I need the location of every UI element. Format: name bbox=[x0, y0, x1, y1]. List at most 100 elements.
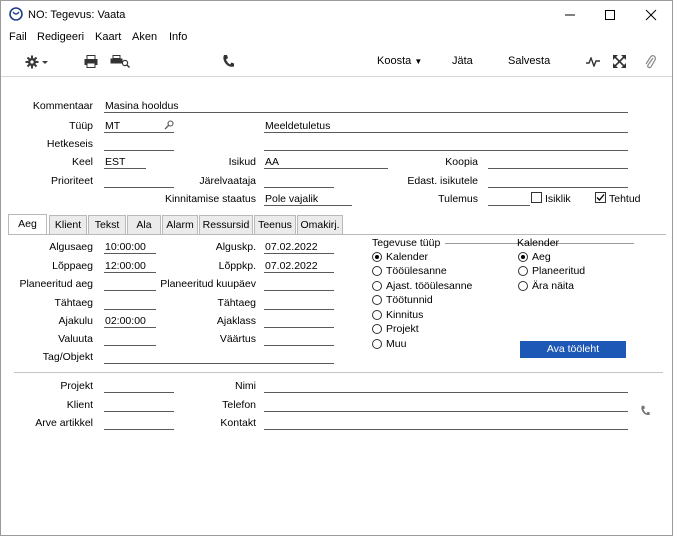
kommentaar-field[interactable]: Masina hooldus bbox=[104, 100, 628, 113]
radio-muu[interactable] bbox=[372, 339, 382, 349]
jata-button[interactable]: Jäta bbox=[452, 55, 473, 67]
radio-aeg[interactable] bbox=[518, 252, 528, 262]
kalender-title: Kalender bbox=[517, 237, 560, 249]
tab-omakirj[interactable]: Omakirj. bbox=[297, 215, 343, 234]
kinnitamise-staatus-label: Kinnitamise staatus bbox=[164, 193, 256, 205]
alguskp-field[interactable]: 07.02.2022 bbox=[264, 241, 334, 254]
ajakulu-field[interactable]: 02:00:00 bbox=[104, 315, 156, 328]
radio-ara-naita[interactable] bbox=[518, 281, 528, 291]
tab-teenus[interactable]: Teenus bbox=[254, 215, 296, 234]
radio-projekt[interactable] bbox=[372, 324, 382, 334]
expand-icon[interactable] bbox=[613, 55, 626, 71]
tahtaeg-field[interactable] bbox=[104, 297, 156, 310]
paperclip-icon[interactable] bbox=[644, 55, 656, 72]
kinnitamise-staatus-field[interactable]: Pole vajalik bbox=[264, 193, 352, 206]
loppkp-field[interactable]: 07.02.2022 bbox=[264, 260, 334, 273]
print-preview-icon[interactable] bbox=[110, 55, 130, 71]
isiklik-checkbox[interactable] bbox=[531, 192, 542, 203]
projekt-label: Projekt bbox=[60, 380, 93, 392]
isiklik-label: Isiklik bbox=[545, 193, 571, 205]
isikud-field[interactable]: AA bbox=[264, 156, 388, 169]
algusaeg-field[interactable]: 10:00:00 bbox=[104, 241, 156, 254]
planeeritud-aeg-field[interactable] bbox=[104, 278, 156, 291]
telefon-label: Telefon bbox=[222, 399, 256, 411]
menu-redigeeri[interactable]: Redigeeri bbox=[37, 31, 84, 43]
valuuta-field[interactable] bbox=[104, 333, 156, 346]
tulemus-label: Tulemus bbox=[438, 193, 478, 205]
nimi-field[interactable] bbox=[264, 380, 628, 393]
print-icon[interactable] bbox=[84, 55, 98, 71]
edast-isikutele-label: Edast. isikutele bbox=[407, 175, 478, 187]
loppaeg-label: Lõppaeg bbox=[52, 260, 93, 272]
algusaeg-label: Algusaeg bbox=[49, 241, 93, 253]
planeeritud-kuupaev-field[interactable] bbox=[264, 278, 334, 291]
radio-kalender[interactable] bbox=[372, 252, 382, 262]
isikud-label: Isikud bbox=[228, 156, 256, 168]
menu-kaart[interactable]: Kaart bbox=[95, 31, 121, 43]
tag-objekt-label: Tag/Objekt bbox=[42, 351, 93, 363]
close-button[interactable] bbox=[636, 5, 666, 25]
tehtud-label: Tehtud bbox=[609, 193, 641, 205]
valuuta-label: Valuuta bbox=[58, 333, 93, 345]
tulemus-field[interactable] bbox=[488, 193, 530, 206]
radio-ara-naita-label: Ära näita bbox=[532, 280, 575, 292]
tab-ala[interactable]: Ala bbox=[127, 215, 161, 234]
title-bar: NO: Tegevus: Vaata bbox=[1, 1, 672, 29]
call-phone-icon[interactable] bbox=[640, 405, 650, 419]
arve-artikkel-field[interactable] bbox=[104, 417, 174, 430]
phone-icon[interactable] bbox=[222, 54, 234, 71]
tahtaeg2-field[interactable] bbox=[264, 297, 334, 310]
window-title: NO: Tegevus: Vaata bbox=[28, 9, 126, 21]
activity-icon[interactable] bbox=[586, 56, 600, 70]
edast-isikutele-field[interactable] bbox=[488, 175, 628, 188]
lookup-icon[interactable] bbox=[164, 120, 174, 133]
radio-kinnitus[interactable] bbox=[372, 310, 382, 320]
loppaeg-field[interactable]: 12:00:00 bbox=[104, 260, 156, 273]
radio-tootunnid[interactable] bbox=[372, 295, 382, 305]
radio-kinnitus-label: Kinnitus bbox=[386, 309, 424, 321]
maximize-button[interactable] bbox=[595, 5, 625, 25]
radio-tooulesanne-label: Tööülesanne bbox=[386, 265, 447, 277]
tag-objekt-field[interactable] bbox=[104, 351, 334, 364]
radio-planeeritud-label: Planeeritud bbox=[532, 265, 586, 277]
menu-fail[interactable]: Fail bbox=[9, 31, 27, 43]
planeeritud-aeg-label: Planeeritud aeg bbox=[19, 278, 93, 290]
tab-klient[interactable]: Klient bbox=[49, 215, 87, 234]
minimize-button[interactable] bbox=[555, 5, 585, 25]
vaartus-field[interactable] bbox=[264, 333, 334, 346]
radio-tootunnid-label: Töötunnid bbox=[386, 294, 433, 306]
koosta-button[interactable]: Koosta ▼ bbox=[377, 55, 422, 67]
telefon-field[interactable] bbox=[264, 399, 628, 412]
menu-info[interactable]: Info bbox=[169, 31, 187, 43]
toolbar: Koosta ▼ Jäta Salvesta bbox=[1, 47, 672, 77]
radio-muu-label: Muu bbox=[386, 338, 407, 350]
ava-tooleht-button[interactable]: Ava tööleht bbox=[520, 341, 626, 358]
keel-field[interactable]: EST bbox=[104, 156, 146, 169]
koopia-field[interactable] bbox=[488, 156, 628, 169]
prioriteet-field[interactable] bbox=[104, 175, 174, 188]
kontakt-label: Kontakt bbox=[220, 417, 256, 429]
record-window: NO: Tegevus: Vaata Fail Redigeeri Kaart … bbox=[0, 0, 673, 536]
projekt-field[interactable] bbox=[104, 380, 174, 393]
hetkeseis-field[interactable] bbox=[104, 138, 174, 151]
menu-aken[interactable]: Aken bbox=[132, 31, 157, 43]
planeeritud-kuupaev-label: Planeeritud kuupäev bbox=[160, 278, 256, 290]
tab-alarm[interactable]: Alarm bbox=[162, 215, 198, 234]
koopia-label: Koopia bbox=[445, 156, 478, 168]
gear-icon[interactable] bbox=[25, 55, 49, 72]
tab-tekst[interactable]: Tekst bbox=[88, 215, 126, 234]
radio-projekt-label: Projekt bbox=[386, 323, 419, 335]
klient-field[interactable] bbox=[104, 399, 174, 412]
jarelvaataja-field[interactable] bbox=[264, 175, 334, 188]
radio-ajast-tooulesanne[interactable] bbox=[372, 281, 382, 291]
radio-planeeritud[interactable] bbox=[518, 266, 528, 276]
arve-artikkel-label: Arve artikkel bbox=[35, 417, 93, 429]
radio-tooulesanne[interactable] bbox=[372, 266, 382, 276]
tab-aeg[interactable]: Aeg bbox=[8, 214, 47, 235]
tehtud-checkbox[interactable] bbox=[595, 192, 606, 203]
kontakt-field[interactable] bbox=[264, 417, 628, 430]
tab-ressursid[interactable]: Ressursid bbox=[199, 215, 253, 234]
salvesta-button[interactable]: Salvesta bbox=[508, 55, 550, 67]
ajaklass-field[interactable] bbox=[264, 315, 334, 328]
section-divider bbox=[14, 372, 663, 373]
